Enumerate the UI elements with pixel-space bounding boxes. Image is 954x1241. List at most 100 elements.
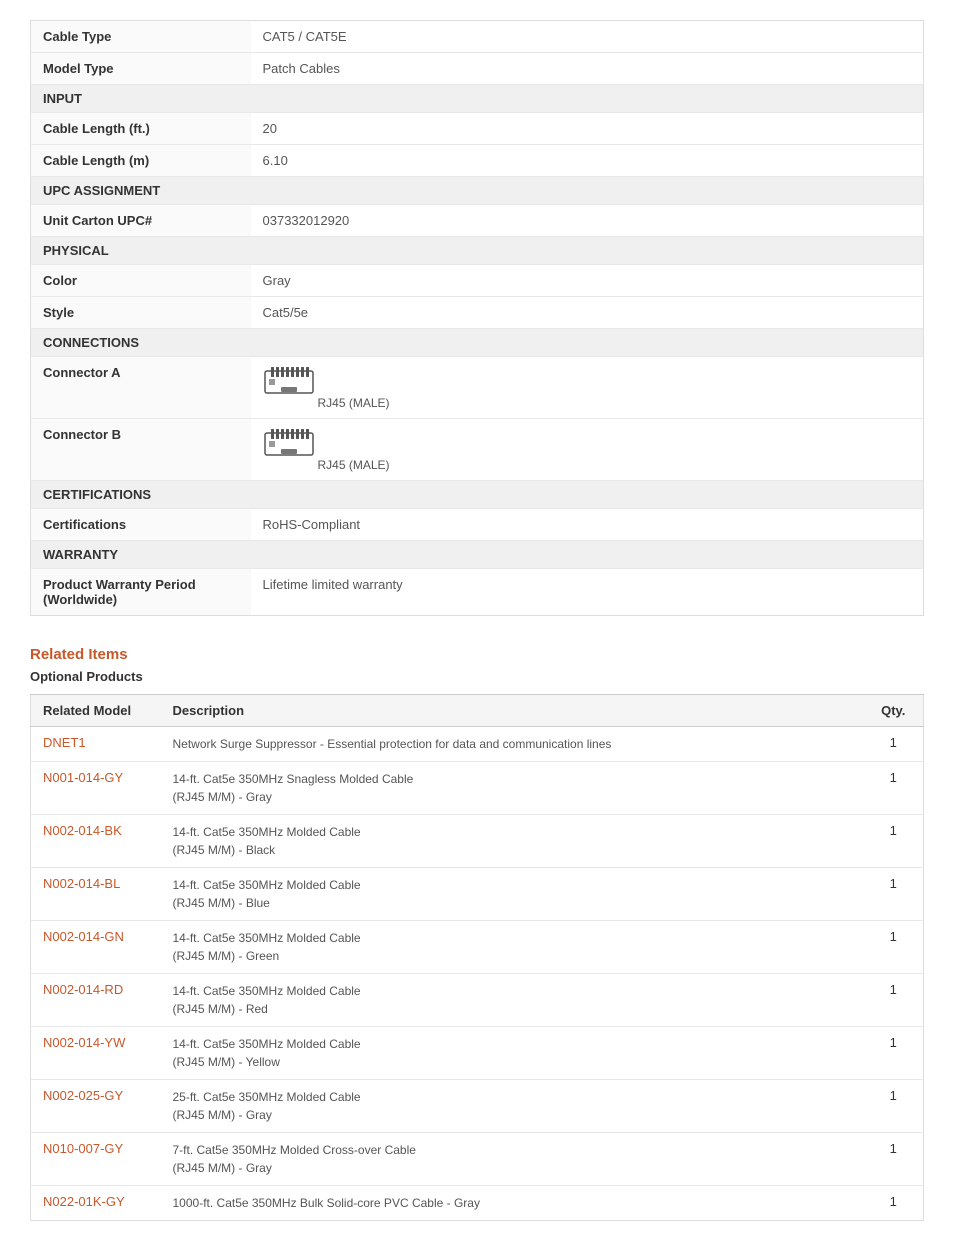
related-items-section: Related Items Optional Products Related …	[30, 646, 924, 1221]
table-row: N002-014-BL 14-ft. Cat5e 350MHz Molded Ca…	[31, 868, 924, 921]
qty-cell: 1	[864, 1133, 924, 1186]
qty-cell: 1	[864, 1027, 924, 1080]
description-cell: 14-ft. Cat5e 350MHz Molded Cable (RJ45 M/…	[161, 1027, 864, 1080]
specs-section-header: WARRANTY	[31, 541, 924, 569]
optional-products-label: Optional Products	[30, 669, 924, 684]
spec-value: Cat5/5e	[251, 297, 924, 329]
description-text: 7-ft. Cat5e 350MHz Molded Cross-over Cab…	[173, 1143, 416, 1157]
description-header: Description	[161, 695, 864, 727]
description-cell: 14-ft. Cat5e 350MHz Snagless Molded Cabl…	[161, 762, 864, 815]
description-text: 1000-ft. Cat5e 350MHz Bulk Solid-core PV…	[173, 1196, 480, 1210]
description-cell: 25-ft. Cat5e 350MHz Molded Cable (RJ45 M/…	[161, 1080, 864, 1133]
spec-value: Patch Cables	[251, 53, 924, 85]
spec-label: Cable Type	[31, 21, 251, 53]
spec-label: Cable Length (ft.)	[31, 113, 251, 145]
qty-cell: 1	[864, 815, 924, 868]
qty-cell: 1	[864, 921, 924, 974]
description-text: (RJ45 M/M) - Green	[173, 949, 280, 963]
model-link[interactable]: N002-014-BL	[43, 876, 120, 891]
description-text: (RJ45 M/M) - Gray	[173, 1108, 272, 1122]
qty-cell: 1	[864, 974, 924, 1027]
table-row: N002-025-GY 25-ft. Cat5e 350MHz Molded Ca…	[31, 1080, 924, 1133]
related-items-title: Related Items	[30, 646, 924, 663]
specs-section-header: UPC ASSIGNMENT	[31, 177, 924, 205]
specs-section-header: INPUT	[31, 85, 924, 113]
description-text: 14-ft. Cat5e 350MHz Molded Cable	[173, 878, 361, 892]
specs-section-header: CONNECTIONS	[31, 329, 924, 357]
related-model-cell[interactable]: N002-014-BK	[31, 815, 161, 868]
related-model-cell[interactable]: N002-014-YW	[31, 1027, 161, 1080]
spec-value: 037332012920	[251, 205, 924, 237]
table-row: N002-014-YW 14-ft. Cat5e 350MHz Molded Ca…	[31, 1027, 924, 1080]
qty-cell: 1	[864, 868, 924, 921]
qty-cell: 1	[864, 727, 924, 762]
table-row: DNET1 Network Surge Suppressor - Essentia…	[31, 727, 924, 762]
qty-header: Qty.	[864, 695, 924, 727]
qty-cell: 1	[864, 1186, 924, 1221]
related-model-cell[interactable]: N002-014-BL	[31, 868, 161, 921]
connector-label-text: RJ45 (MALE)	[318, 458, 390, 472]
description-text: 25-ft. Cat5e 350MHz Molded Cable	[173, 1090, 361, 1104]
related-items-table: Related Model Description Qty. DNET1 Netw…	[30, 694, 924, 1221]
spec-value: Lifetime limited warranty	[251, 569, 924, 616]
table-row: N022-01K-GY 1000-ft. Cat5e 350MHz Bulk So…	[31, 1186, 924, 1221]
description-text: (RJ45 M/M) - Yellow	[173, 1055, 280, 1069]
connector-value: RJ45 (MALE)	[251, 357, 924, 419]
description-text: (RJ45 M/M) - Blue	[173, 896, 270, 910]
spec-value: RoHS-Compliant	[251, 509, 924, 541]
related-model-cell[interactable]: DNET1	[31, 727, 161, 762]
description-cell: 14-ft. Cat5e 350MHz Molded Cable(RJ45 M/…	[161, 974, 864, 1027]
spec-label: Unit Carton UPC#	[31, 205, 251, 237]
description-text: 14-ft. Cat5e 350MHz Molded Cable	[173, 825, 361, 839]
model-link[interactable]: N002-014-GN	[43, 929, 124, 944]
description-cell: 14-ft. Cat5e 350MHz Molded Cable(RJ45 M/…	[161, 815, 864, 868]
specs-table: Cable TypeCAT5 / CAT5EModel TypePatch Ca…	[30, 20, 924, 616]
description-text: 14-ft. Cat5e 350MHz Molded Cable	[173, 1037, 361, 1051]
model-link[interactable]: N022-01K-GY	[43, 1194, 125, 1209]
spec-label: Certifications	[31, 509, 251, 541]
related-model-cell[interactable]: N001-014-GY	[31, 762, 161, 815]
table-row: N002-014-RD 14-ft. Cat5e 350MHz Molded Ca…	[31, 974, 924, 1027]
connector-value: RJ45 (MALE)	[251, 419, 924, 481]
description-text: 14-ft. Cat5e 350MHz Snagless Molded Cabl…	[173, 772, 414, 786]
table-row: N002-014-BK 14-ft. Cat5e 350MHz Molded Ca…	[31, 815, 924, 868]
model-link[interactable]: DNET1	[43, 735, 86, 750]
spec-value: 6.10	[251, 145, 924, 177]
table-row: N002-014-GN 14-ft. Cat5e 350MHz Molded Ca…	[31, 921, 924, 974]
model-link[interactable]: N002-014-RD	[43, 982, 123, 997]
model-link[interactable]: N002-014-BK	[43, 823, 122, 838]
description-cell: 14-ft. Cat5e 350MHz Molded Cable (RJ45 M/…	[161, 868, 864, 921]
spec-label: Connector B	[31, 419, 251, 481]
description-text: 14-ft. Cat5e 350MHz Molded Cable	[173, 931, 361, 945]
related-model-cell[interactable]: N010-007-GY	[31, 1133, 161, 1186]
model-link[interactable]: N010-007-GY	[43, 1141, 123, 1156]
related-model-cell[interactable]: N022-01K-GY	[31, 1186, 161, 1221]
description-cell: 14-ft. Cat5e 350MHz Molded Cable (RJ45 M/…	[161, 921, 864, 974]
spec-value: CAT5 / CAT5E	[251, 21, 924, 53]
related-model-header: Related Model	[31, 695, 161, 727]
description-text: (RJ45 M/M) - Red	[173, 1002, 268, 1016]
spec-value: 20	[251, 113, 924, 145]
table-row: N001-014-GY 14-ft. Cat5e 350MHz Snagless …	[31, 762, 924, 815]
description-text: (RJ45 M/M) - Gray	[173, 790, 272, 804]
description-text: Network Surge Suppressor - Essential pro…	[173, 737, 612, 751]
description-cell: 7-ft. Cat5e 350MHz Molded Cross-over Cab…	[161, 1133, 864, 1186]
description-cell: 1000-ft. Cat5e 350MHz Bulk Solid-core PV…	[161, 1186, 864, 1221]
spec-label: Product Warranty Period (Worldwide)	[31, 569, 251, 616]
description-cell: Network Surge Suppressor - Essential pro…	[161, 727, 864, 762]
related-model-cell[interactable]: N002-025-GY	[31, 1080, 161, 1133]
qty-cell: 1	[864, 762, 924, 815]
related-model-cell[interactable]: N002-014-RD	[31, 974, 161, 1027]
connector-label-text: RJ45 (MALE)	[318, 396, 390, 410]
spec-label: Style	[31, 297, 251, 329]
model-link[interactable]: N001-014-GY	[43, 770, 123, 785]
specs-section-header: PHYSICAL	[31, 237, 924, 265]
table-row: N010-007-GY 7-ft. Cat5e 350MHz Molded Cro…	[31, 1133, 924, 1186]
related-model-cell[interactable]: N002-014-GN	[31, 921, 161, 974]
spec-label: Color	[31, 265, 251, 297]
description-text: (RJ45 M/M) - Gray	[173, 1161, 272, 1175]
spec-label: Model Type	[31, 53, 251, 85]
model-link[interactable]: N002-025-GY	[43, 1088, 123, 1103]
qty-cell: 1	[864, 1080, 924, 1133]
model-link[interactable]: N002-014-YW	[43, 1035, 125, 1050]
